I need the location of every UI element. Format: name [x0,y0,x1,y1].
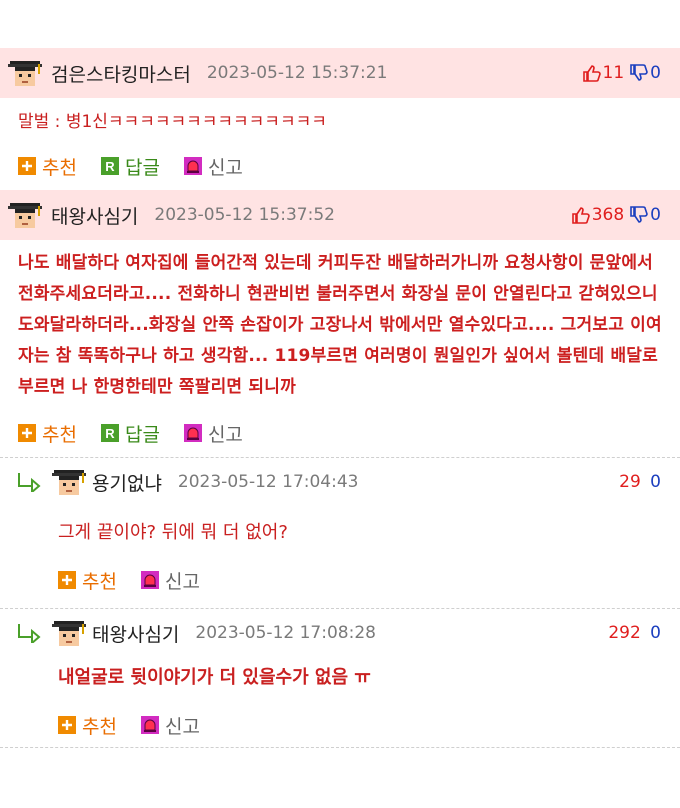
recommend-label: 추천 [42,156,77,179]
plus-icon [18,424,36,442]
reply-vote-box: 292 0 [608,623,661,643]
svg-text:R: R [105,159,115,174]
reply-button[interactable]: R 답글 [100,420,160,447]
comment-header: 검은스타킹마스터 2023-05-12 15:37:21 11 0 [0,48,680,98]
reply-comment: 태왕사심기 2023-05-12 17:08:28 292 0 내얼굴로 뒷이야… [0,608,680,748]
report-button[interactable]: 신고 [140,567,200,594]
upvote-count: 29 [619,472,641,492]
downvote-count: 0 [650,205,661,225]
upvote-count: 368 [591,205,625,225]
downvote-count: 0 [650,63,661,83]
siren-icon [183,424,202,442]
reply-comment: 용기없냐 2023-05-12 17:04:43 29 0 그게 끝이야? 뒤에… [0,457,680,602]
recommend-button[interactable]: 추천 [58,712,117,739]
thumbs-up-icon[interactable] [582,64,601,82]
downvote-count: 0 [650,472,661,492]
comment: 검은스타킹마스터 2023-05-12 15:37:21 11 0 말벌 : 병… [0,48,680,190]
reply-actions: 추천 신고 [0,558,680,602]
comment-body: 말벌 : 병1신ㅋㅋㅋㅋㅋㅋㅋㅋㅋㅋㅋㅋㅋㅋ [18,112,327,132]
reply-r-icon: R [100,157,119,175]
reply-header: 용기없냐 2023-05-12 17:04:43 29 0 [0,458,680,506]
siren-icon [140,716,159,734]
upvote-count: 11 [602,63,625,83]
reply-header: 태왕사심기 2023-05-12 17:08:28 292 0 [0,609,680,657]
thumbs-down-icon[interactable] [630,64,648,82]
report-button[interactable]: 신고 [183,420,243,447]
divider [0,747,680,748]
reply-nickname[interactable]: 태왕사심기 [92,620,179,647]
plus-icon [58,716,76,734]
report-label: 신고 [207,423,243,446]
reply-r-icon: R [100,424,119,442]
graduate-avatar-icon [8,203,42,228]
report-label: 신고 [164,715,200,738]
recommend-label: 추천 [82,570,117,593]
graduate-avatar-icon [52,621,86,646]
reply-body: 내얼굴로 뒷이야기가 더 있을수가 없음 ㅠ [58,667,371,688]
recommend-label: 추천 [42,423,77,446]
report-label: 신고 [164,570,200,593]
comment-actions: 추천 R 답글 신고 [0,409,680,457]
vote-box: 368 0 [571,205,661,225]
siren-icon [140,571,159,589]
reply-date: 2023-05-12 17:04:43 [177,472,359,492]
graduate-avatar-icon [8,61,42,86]
reply-arrow-icon [18,473,41,492]
reply-button[interactable]: R 답글 [100,153,160,180]
reply-label: 답글 [124,423,160,446]
reply-arrow-icon [18,624,41,643]
plus-icon [58,571,76,589]
comment-body: 나도 배달하다 여자집에 들어간적 있는데 커피두잔 배달하러가니까 요청사항이… [18,253,662,397]
reply-label: 답글 [124,156,160,179]
comment-date: 2023-05-12 15:37:21 [206,63,388,83]
report-button[interactable]: 신고 [140,712,200,739]
comment-header: 태왕사심기 2023-05-12 15:37:52 368 0 [0,190,680,240]
recommend-button[interactable]: 추천 [58,567,117,594]
downvote-count: 0 [650,623,661,643]
reply-vote-box: 29 0 [619,472,661,492]
graduate-avatar-icon [52,470,86,495]
recommend-button[interactable]: 추천 [18,153,77,180]
recommend-label: 추천 [82,715,117,738]
vote-box: 11 0 [582,63,661,83]
reply-actions: 추천 신고 [0,703,680,747]
comment-nickname[interactable]: 검은스타킹마스터 [51,60,191,87]
comment: 태왕사심기 2023-05-12 15:37:52 368 0 나도 배달하다 … [0,190,680,457]
upvote-count: 292 [608,623,641,643]
report-button[interactable]: 신고 [183,153,243,180]
recommend-button[interactable]: 추천 [18,420,77,447]
comment-date: 2023-05-12 15:37:52 [154,205,335,225]
reply-nickname[interactable]: 용기없냐 [92,469,162,496]
reply-date: 2023-05-12 17:08:28 [195,623,376,643]
comment-nickname[interactable]: 태왕사심기 [51,202,138,229]
thumbs-down-icon[interactable] [630,206,648,224]
thumbs-up-icon[interactable] [571,206,590,224]
reply-body: 그게 끝이야? 뒤에 뭐 더 없어? [58,522,288,543]
comment-actions: 추천 R 답글 신고 [0,142,680,190]
siren-icon [183,157,202,175]
top-spacer [0,0,680,48]
plus-icon [18,157,36,175]
svg-text:R: R [105,426,115,441]
report-label: 신고 [207,156,243,179]
